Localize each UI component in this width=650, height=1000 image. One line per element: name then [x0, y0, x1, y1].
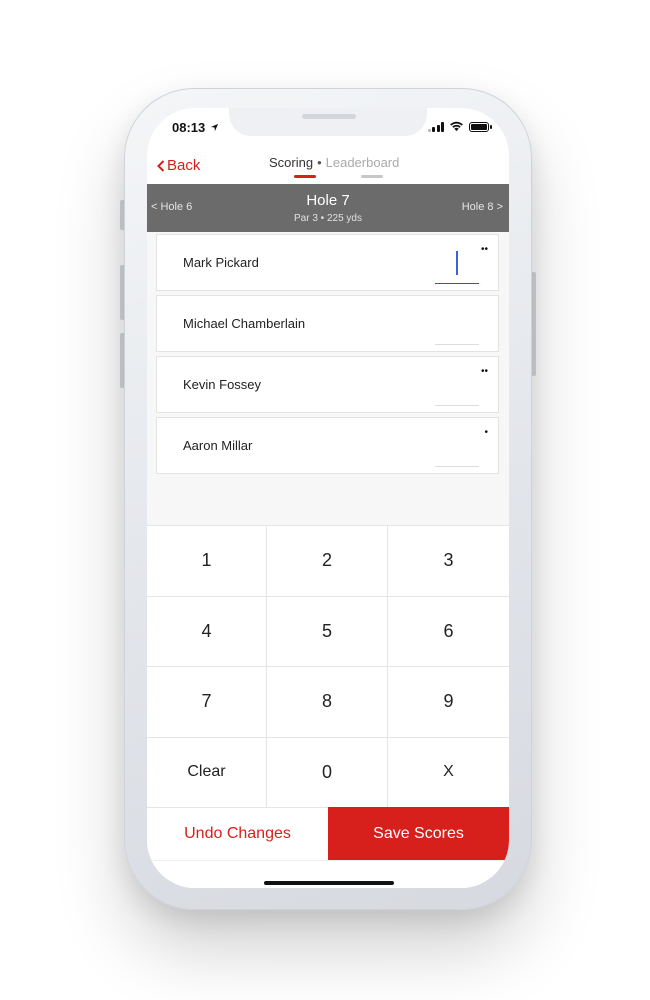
player-name: Kevin Fossey [183, 377, 262, 392]
top-nav: Back Scoring • Leaderboard [147, 150, 509, 184]
player-name: Mark Pickard [183, 255, 259, 270]
key-0[interactable]: 0 [267, 737, 388, 808]
chevron-left-icon [157, 159, 165, 172]
player-row[interactable]: Kevin Fossey •• [156, 356, 499, 413]
key-2[interactable]: 2 [267, 526, 388, 597]
player-row[interactable]: Michael Chamberlain [156, 295, 499, 352]
number-keypad: 1 2 3 4 5 6 7 8 9 Clear 0 X [147, 525, 509, 808]
back-button[interactable]: Back [157, 157, 200, 174]
key-9[interactable]: 9 [388, 667, 509, 738]
phone-screen: 08:13 Back Scoring • Leaderboard < Hole … [147, 108, 509, 888]
key-4[interactable]: 4 [147, 596, 267, 667]
bottom-safe-area [147, 860, 509, 888]
key-x[interactable]: X [388, 738, 509, 808]
tab-separator: • [317, 155, 322, 170]
hole-header: < Hole 6 Hole 7 Par 3 • 225 yds Hole 8 > [147, 184, 509, 232]
stroke-dots: •• [480, 366, 488, 377]
hole-details: Par 3 • 225 yds [294, 213, 362, 224]
player-name: Aaron Millar [183, 438, 253, 453]
action-bar: Undo Changes Save Scores [147, 807, 509, 860]
key-6[interactable]: 6 [388, 597, 509, 667]
key-1[interactable]: 1 [147, 526, 267, 597]
location-arrow-icon [210, 123, 218, 132]
score-input[interactable] [435, 430, 479, 467]
key-clear[interactable]: Clear [147, 737, 267, 808]
notch [229, 108, 427, 136]
score-input[interactable] [435, 369, 479, 406]
player-name: Michael Chamberlain [183, 316, 306, 331]
wifi-icon [450, 121, 463, 132]
speaker-grille [302, 114, 356, 119]
home-indicator[interactable] [264, 881, 394, 885]
key-8[interactable]: 8 [267, 667, 388, 738]
battery-icon [469, 121, 492, 132]
view-tabs: Scoring • Leaderboard [269, 155, 399, 178]
tab-leaderboard[interactable]: Leaderboard [326, 155, 399, 178]
active-tab-indicator [294, 175, 316, 178]
stroke-dots: •• [480, 244, 488, 255]
status-icons [427, 121, 492, 132]
key-5[interactable]: 5 [267, 596, 388, 667]
hole-title: Hole 7 [306, 192, 350, 209]
key-3[interactable]: 3 [388, 526, 509, 597]
tab-scoring[interactable]: Scoring [269, 155, 316, 178]
status-time: 08:13 [172, 120, 219, 135]
stroke-dots: • [484, 427, 488, 438]
back-label: Back [167, 157, 201, 174]
inactive-tab-indicator [360, 175, 383, 178]
player-row[interactable]: Aaron Millar • [156, 417, 499, 474]
save-scores-button[interactable]: Save Scores [328, 807, 509, 860]
undo-changes-button[interactable]: Undo Changes [147, 807, 328, 860]
player-list: Mark Pickard •• Michael Chamberlain Kevi… [147, 232, 509, 525]
cellular-signal-icon [427, 121, 444, 132]
player-row[interactable]: Mark Pickard •• [156, 234, 499, 291]
key-7[interactable]: 7 [147, 667, 267, 738]
next-hole-button[interactable]: Hole 8 > [462, 201, 503, 213]
score-input[interactable] [435, 308, 479, 345]
text-caret [456, 251, 458, 275]
